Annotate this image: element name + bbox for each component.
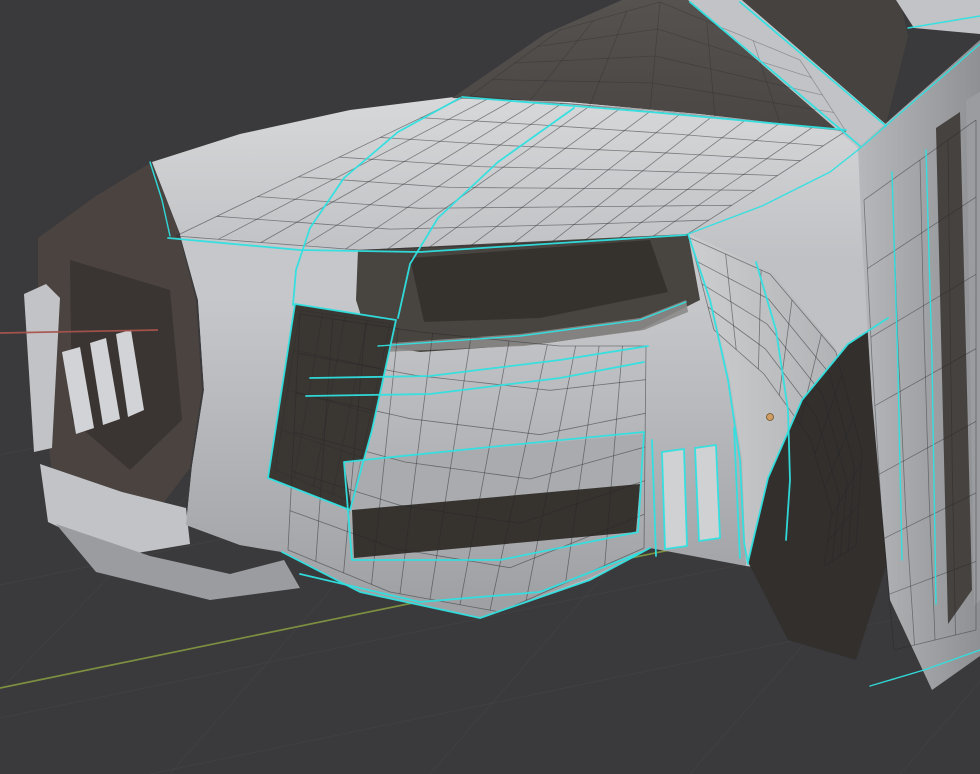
viewport-canvas[interactable] — [0, 0, 980, 774]
3d-viewport[interactable] — [0, 0, 980, 774]
side-vent-slat[interactable] — [662, 449, 687, 549]
origin-point[interactable] — [766, 413, 774, 421]
